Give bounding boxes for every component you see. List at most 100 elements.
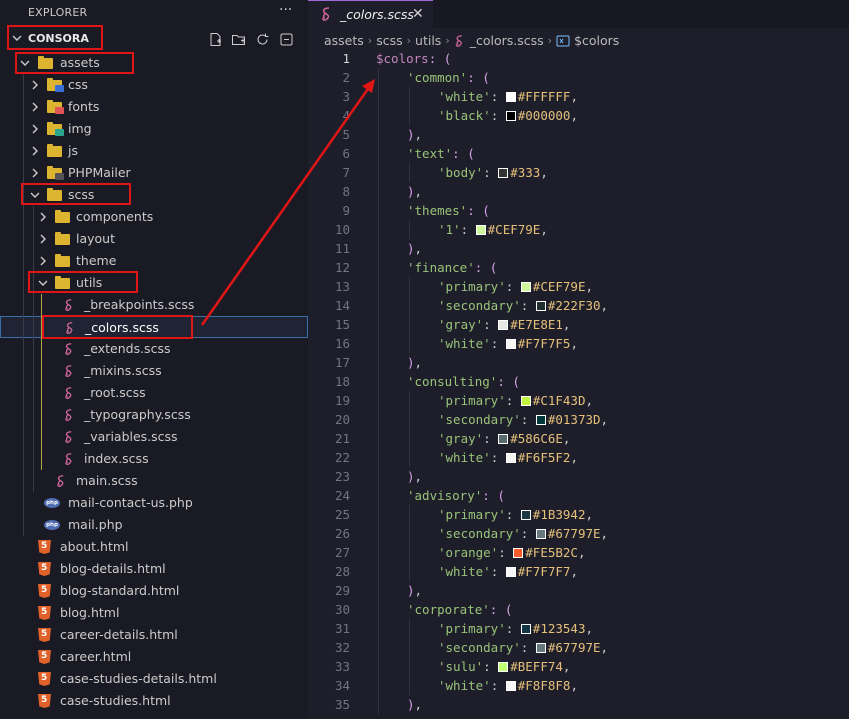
tree-file[interactable]: 5 blog-standard.html	[0, 580, 308, 602]
chevron-down-icon[interactable]	[12, 33, 22, 43]
tree-folder-theme[interactable]: theme	[0, 250, 308, 272]
color-swatch[interactable]	[505, 453, 516, 463]
code-text: 'corporate': (	[407, 602, 512, 617]
chevron-right-icon[interactable]	[30, 124, 40, 134]
tree-folder-img[interactable]: img	[0, 118, 308, 140]
color-swatch[interactable]	[505, 92, 516, 102]
tree-folder-components[interactable]: components	[0, 206, 308, 228]
tree-file[interactable]: _root.scss	[0, 382, 308, 404]
tree-file[interactable]: _mixins.scss	[0, 360, 308, 382]
chevron-right-icon[interactable]	[30, 80, 40, 90]
tree-folder-scss[interactable]: scss	[0, 184, 308, 206]
color-swatch[interactable]	[520, 624, 531, 634]
code-line: 32 'secondary': #67797E,	[308, 638, 849, 657]
code-token: : (	[474, 260, 498, 275]
chevron-right-icon[interactable]	[38, 256, 48, 266]
code-token: #333	[510, 165, 541, 180]
tree-item-label: mail.php	[68, 517, 123, 532]
indent-guide	[378, 505, 379, 524]
color-swatch[interactable]	[505, 339, 516, 349]
new-folder-icon[interactable]	[231, 32, 246, 47]
code-editor[interactable]: 1 $colors: (2'common': (3'white': #FFFFFF…	[308, 49, 849, 719]
workspace-root-row[interactable]: CONSORA	[0, 28, 308, 50]
tree-file[interactable]: 5 blog.html	[0, 602, 308, 624]
breadcrumb-item[interactable]: assets	[324, 33, 364, 48]
chevron-right-icon: ›	[367, 34, 373, 47]
line-number: 10	[334, 222, 350, 237]
breadcrumb-item[interactable]: $colors	[574, 33, 619, 48]
color-swatch[interactable]	[498, 662, 509, 672]
collapse-all-icon[interactable]	[279, 32, 294, 47]
tree-file[interactable]: main.scss	[0, 470, 308, 492]
tree-folder-utils[interactable]: utils	[0, 272, 308, 294]
color-swatch[interactable]	[498, 320, 509, 330]
tree-folder-css[interactable]: css	[0, 74, 308, 96]
code-token: #CEF79E	[487, 222, 541, 237]
tree-file[interactable]: php mail-contact-us.php	[0, 492, 308, 514]
tree-item-label: blog-standard.html	[60, 583, 180, 598]
tree-folder-js[interactable]: js	[0, 140, 308, 162]
tree-file[interactable]: _extends.scss	[0, 338, 308, 360]
color-swatch[interactable]	[520, 396, 531, 406]
new-file-icon[interactable]	[208, 32, 223, 47]
chevron-right-icon[interactable]	[30, 102, 40, 112]
sass-file-icon	[66, 322, 73, 334]
tree-folder-phpmailer[interactable]: PHPMailer	[0, 162, 308, 184]
tree-folder-layout[interactable]: layout	[0, 228, 308, 250]
tree-file[interactable]: _typography.scss	[0, 404, 308, 426]
code-token: #C1F43D	[532, 393, 586, 408]
folder-badge	[55, 107, 64, 114]
color-swatch[interactable]	[505, 567, 516, 577]
breadcrumb-item[interactable]: scss	[376, 33, 402, 48]
breadcrumb-item[interactable]: _colors.scss	[470, 33, 544, 48]
color-swatch[interactable]	[498, 168, 509, 178]
color-swatch[interactable]	[535, 415, 546, 425]
color-swatch[interactable]	[520, 282, 531, 292]
tab-colors-scss[interactable]: _colors.scss ✕	[308, 0, 433, 28]
color-swatch[interactable]	[520, 510, 531, 520]
tree-file[interactable]: _colors.scss	[0, 316, 308, 338]
chevron-right-icon[interactable]	[38, 234, 48, 244]
line-number: 14	[334, 298, 350, 313]
editor-tabbar: _colors.scss ✕	[308, 0, 849, 28]
color-swatch[interactable]	[535, 643, 546, 653]
chevron-down-icon[interactable]	[30, 190, 40, 200]
tree-file[interactable]: php mail.php	[0, 514, 308, 536]
line-number: 11	[334, 241, 350, 256]
chevron-right-icon[interactable]	[38, 212, 48, 222]
color-swatch[interactable]	[475, 225, 486, 235]
tree-folder-fonts[interactable]: fonts	[0, 96, 308, 118]
code-line: 18 'consulting': (	[308, 372, 849, 391]
tree-file[interactable]: 5 about.html	[0, 536, 308, 558]
tree-folder-assets[interactable]: assets	[0, 52, 308, 74]
chevron-right-icon[interactable]	[30, 146, 40, 156]
indent-guide	[409, 277, 410, 296]
breadcrumb-item[interactable]: utils	[415, 33, 441, 48]
tree-file[interactable]: index.scss	[0, 448, 308, 470]
color-swatch[interactable]	[535, 529, 546, 539]
tree-file[interactable]: _breakpoints.scss	[0, 294, 308, 316]
color-swatch[interactable]	[513, 548, 524, 558]
code-token: ,	[570, 564, 578, 579]
tree-file[interactable]: 5 case-studies.html	[0, 690, 308, 712]
tree-file[interactable]: 5 career-details.html	[0, 624, 308, 646]
close-icon[interactable]: ✕	[412, 6, 424, 22]
color-swatch[interactable]	[505, 681, 516, 691]
indent-guide	[409, 315, 410, 334]
chevron-down-icon[interactable]	[38, 278, 48, 288]
refresh-icon[interactable]	[255, 32, 270, 47]
color-swatch[interactable]	[498, 434, 509, 444]
code-token: 'primary'	[438, 507, 506, 522]
code-token: 'white'	[438, 564, 491, 579]
tree-item-label: _breakpoints.scss	[84, 297, 195, 312]
chevron-right-icon[interactable]	[30, 168, 40, 178]
tree-file[interactable]: 5 case-studies-details.html	[0, 668, 308, 690]
color-swatch[interactable]	[535, 301, 546, 311]
tree-file[interactable]: 5 blog-details.html	[0, 558, 308, 580]
color-swatch[interactable]	[505, 111, 516, 121]
chevron-down-icon[interactable]	[20, 58, 30, 68]
indent-guide	[378, 163, 379, 182]
tree-file[interactable]: 5 career.html	[0, 646, 308, 668]
more-actions-icon[interactable]: ···	[279, 2, 292, 18]
tree-file[interactable]: _variables.scss	[0, 426, 308, 448]
